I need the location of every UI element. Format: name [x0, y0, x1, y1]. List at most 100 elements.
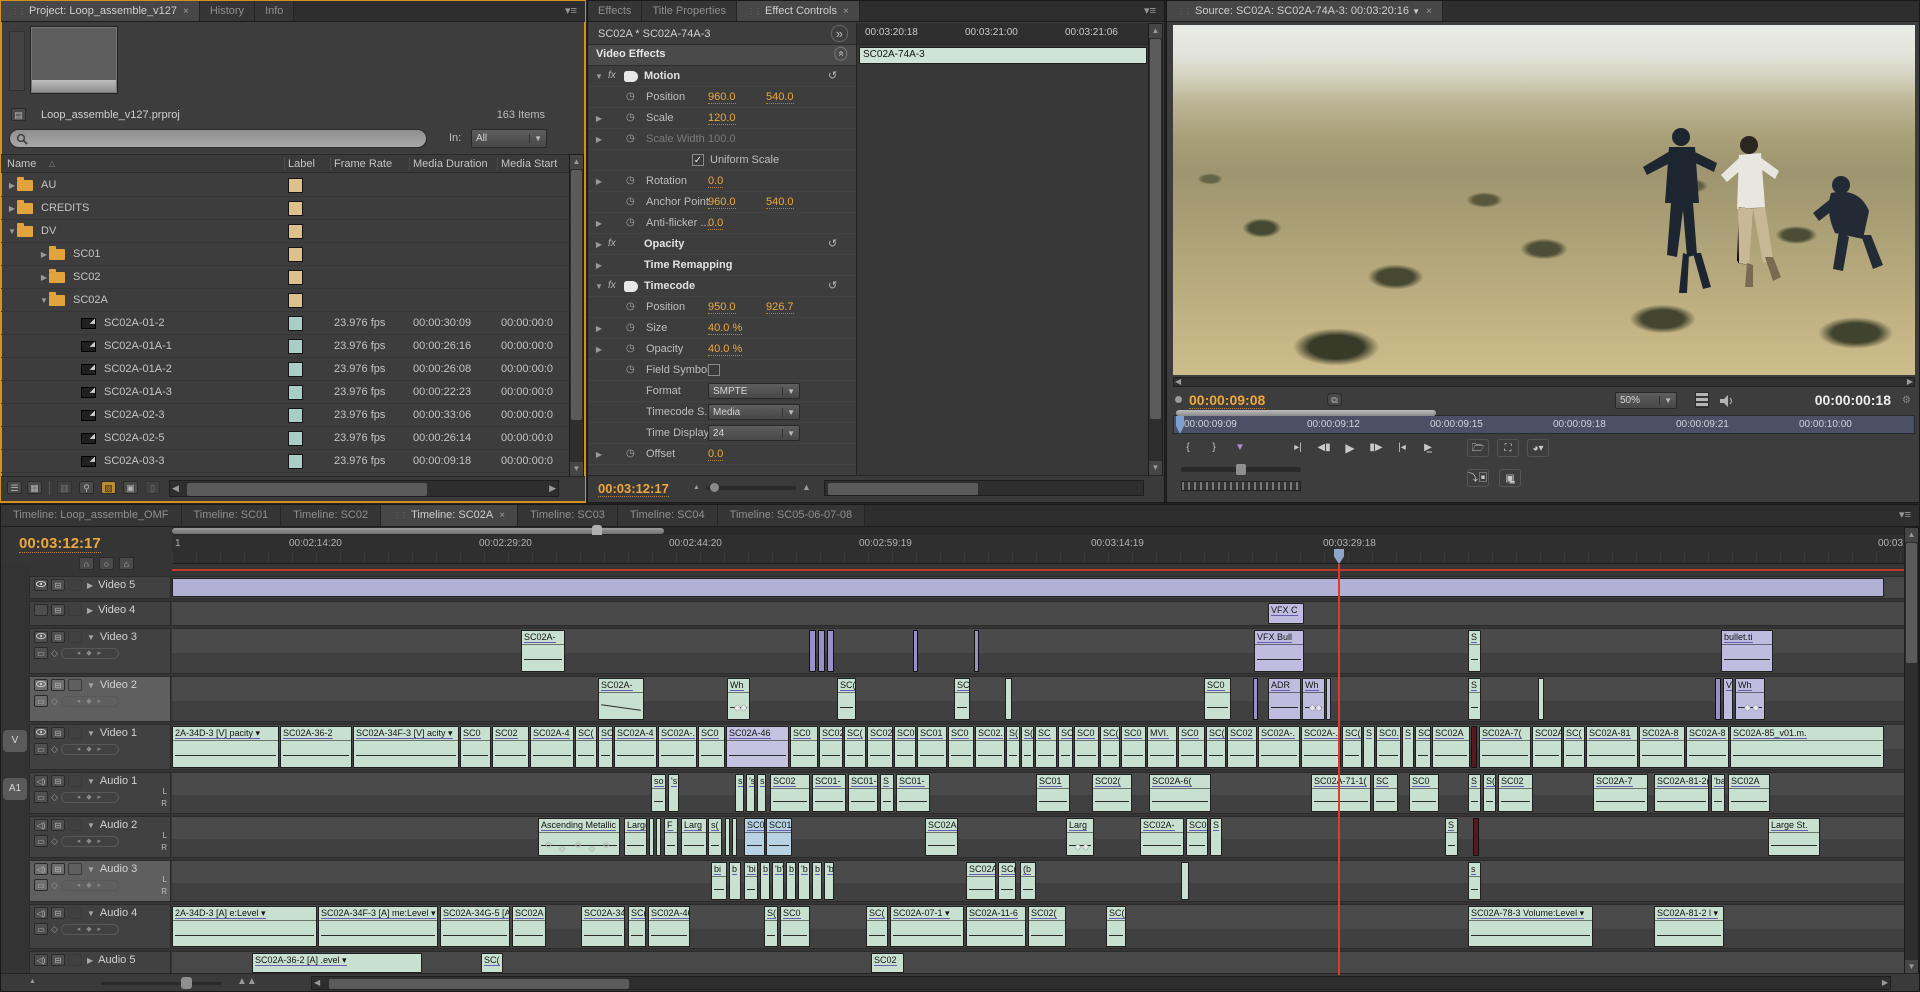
keyframe-navigator[interactable]: ◂ ◆ ▸	[61, 696, 119, 707]
clip-vfx-bull[interactable]: VFX Bull	[1254, 630, 1304, 672]
set-display-style-icon[interactable]: ▭	[34, 695, 48, 707]
clip-sc02a-81-2-l-[interactable]: SC02A-81-2 l ▾	[1654, 906, 1724, 947]
param-value[interactable]: 100.0	[708, 133, 736, 145]
eye-icon[interactable]	[34, 727, 48, 739]
effect-row-anchor-point[interactable]: ◷Anchor Point960.0540.0	[588, 192, 856, 213]
keyframe-navigator[interactable]: ◂ ◆ ▸	[61, 744, 119, 755]
clip-sc02a-81[interactable]: SC02A-81	[1586, 726, 1638, 768]
clip-sc02[interactable]: SC02	[770, 774, 810, 812]
film-icon[interactable]	[1695, 392, 1709, 408]
set-display-style-icon[interactable]: ▭	[34, 647, 48, 659]
project-row-AU[interactable]: ▶AU	[1, 174, 571, 197]
clip-sc0[interactable]: SC0	[894, 726, 916, 768]
collapse-track-icon[interactable]: ▼	[87, 633, 95, 642]
toggle-animation-stopwatch-icon[interactable]: ◷	[626, 112, 635, 123]
track-header-video-5[interactable]: ⊟▶Video 5	[29, 576, 171, 599]
clip-sc0[interactable]: SC0	[1178, 726, 1205, 768]
reset-effect-icon[interactable]: ↺	[828, 69, 837, 82]
effect-row-time-remapping[interactable]: ▶Time Remapping	[588, 255, 856, 276]
clip-s[interactable]: S	[1210, 818, 1222, 856]
clip-f[interactable]: F	[664, 818, 678, 856]
keyframe-icon[interactable]: ◇	[51, 792, 58, 803]
clip-bullet-ti[interactable]: bullet.ti	[1721, 630, 1773, 672]
clip-wh[interactable]: Wh◆◆	[1735, 678, 1765, 720]
effect-row-opacity[interactable]: ▶fxOpacity↺	[588, 234, 856, 255]
clip-s-[interactable]: S(	[764, 906, 778, 947]
clip-wh[interactable]: Wh◆◆	[727, 678, 750, 720]
effect-row-position[interactable]: ◷Position960.0540.0	[588, 87, 856, 108]
clip-s[interactable]: S	[1445, 818, 1458, 856]
timeline-hscrollbar[interactable]: ◀ ▶	[311, 976, 1891, 990]
twirl-icon[interactable]: ▶	[39, 250, 49, 259]
effect-row-position[interactable]: ◷Position950.0926.7	[588, 297, 856, 318]
toggle-animation-stopwatch-icon[interactable]: ◷	[626, 364, 635, 375]
close-icon[interactable]: ×	[183, 6, 189, 17]
project-row-CREDITS[interactable]: ▶CREDITS	[1, 197, 571, 220]
export-frame-icon[interactable]: 🗁	[1467, 439, 1489, 457]
track-lane-audio-5[interactable]: SC02A-36-2 [A] .evel ▾SC(SC02	[172, 951, 1904, 975]
label-swatch[interactable]	[288, 454, 303, 469]
track-header-audio-3[interactable]: ◁)⊟▼Audio 3▭◇◂ ◆ ▸LR	[29, 860, 171, 902]
track-header-audio-5[interactable]: ◁)⊟▶Audio 5	[29, 951, 171, 975]
keyframe-icon[interactable]: ◇	[51, 836, 58, 847]
zoom-out-icon[interactable]: ▲	[693, 484, 700, 491]
clip-sc[interactable]: SC	[954, 678, 970, 720]
sync-lock-icon[interactable]: ⊟	[51, 775, 65, 787]
clip-s[interactable]: S	[1363, 726, 1375, 768]
clip-sc02a-4[interactable]: SC02A-4	[614, 726, 657, 768]
label-swatch[interactable]	[288, 316, 303, 331]
speaker-icon[interactable]: ◁)	[34, 819, 48, 831]
twirl-icon[interactable]: ▼	[594, 282, 604, 291]
scroll-up-icon[interactable]: ▲	[570, 155, 583, 169]
clip-sc02a-[interactable]: SC02A-	[1140, 818, 1184, 856]
panel-menu-icon[interactable]: ▾≡	[557, 1, 585, 21]
track-lock-icon[interactable]	[68, 631, 82, 643]
clip-sc0[interactable]: SC0	[790, 726, 818, 768]
clip-sc[interactable]: SC	[1058, 726, 1073, 768]
label-swatch[interactable]	[288, 362, 303, 377]
clip-sc-[interactable]: SC(	[844, 726, 866, 768]
clip-2a-34d-3-a-e-level-[interactable]: 2A-34D-3 [A] e:Level ▾	[172, 906, 317, 947]
clip-sc02a-6-[interactable]: SC02A-6(	[1149, 774, 1211, 812]
chevron-down-icon[interactable]: ▼	[1412, 7, 1420, 16]
tab-effect-controls[interactable]: ⋮⋮Effect Controls×	[737, 1, 860, 21]
clip-sc0[interactable]: SC0	[460, 726, 491, 768]
scroll-left-icon[interactable]: ◀	[172, 483, 179, 494]
track-lock-icon[interactable]	[68, 679, 82, 691]
effect-row-scale[interactable]: ▶◷Scale120.0	[588, 108, 856, 129]
insert-icon[interactable]: ⤵▣	[1467, 469, 1489, 487]
timeline-scrollbar[interactable]: ▲ ▼	[1904, 527, 1919, 975]
clip-sc02a[interactable]: SC02A	[925, 818, 958, 856]
col-media-duration[interactable]: Media Duration	[413, 158, 488, 170]
keyframe-icon[interactable]: ◇	[51, 880, 58, 891]
clip-sliver[interactable]	[725, 818, 730, 856]
clip-sc02a-8[interactable]: SC02A-8	[1686, 726, 1729, 768]
twirl-icon[interactable]: ▶	[594, 261, 604, 270]
sync-lock-icon[interactable]: ⊟	[51, 579, 65, 591]
keyframe-navigator[interactable]: ◂ ◆ ▸	[61, 924, 119, 935]
safe-margins-icon[interactable]: ⛶	[1497, 439, 1519, 457]
toggle-animation-stopwatch-icon[interactable]: ◷	[626, 343, 635, 354]
col-name[interactable]: Name	[7, 158, 36, 170]
set-display-style-icon[interactable]: ▭	[34, 791, 48, 803]
clip-larg-[interactable]: Larg(	[624, 818, 647, 856]
play-in-to-out-icon[interactable]: ▶̲	[1417, 439, 1439, 457]
clip-sc02a[interactable]: SC02A	[966, 862, 996, 900]
clip-sc-[interactable]: SC(	[837, 678, 856, 720]
track-header-video-4[interactable]: ⊟▶Video 4	[29, 601, 171, 626]
clip-sliver[interactable]	[732, 818, 737, 856]
clip-sc[interactable]: SC	[1415, 726, 1431, 768]
clip-sc02a[interactable]: SC02A	[1432, 726, 1470, 768]
clip-s-[interactable]: s(	[708, 818, 722, 856]
collapse-section-icon[interactable]: «	[835, 47, 848, 61]
clip-wh[interactable]: Wh◆◆	[1302, 678, 1325, 720]
param-value[interactable]: 960.0	[708, 91, 736, 104]
twirl-icon[interactable]: ▶	[39, 273, 49, 282]
twirl-icon[interactable]: ▶	[7, 181, 17, 190]
checkbox[interactable]	[708, 364, 720, 376]
set-marker-icon[interactable]: ▼	[1229, 439, 1251, 457]
find-icon[interactable]: ⚲	[79, 481, 94, 494]
clip-larg[interactable]: Larg	[681, 818, 707, 856]
source-track-indicator-V[interactable]: V	[3, 730, 27, 752]
clip-sc02a-85-v01-m-[interactable]: SC02A-85_v01.m.	[1730, 726, 1884, 768]
